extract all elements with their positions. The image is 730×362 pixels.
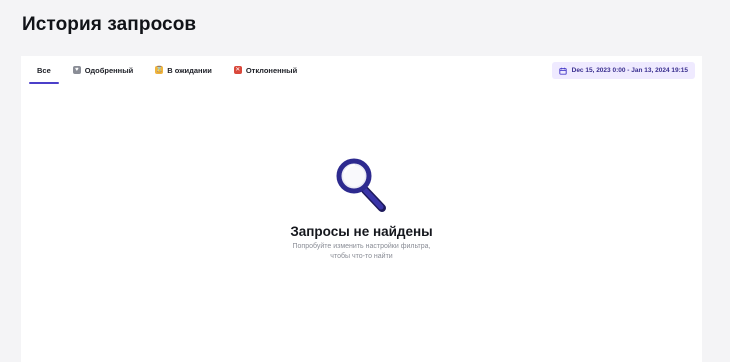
page-title: История запросов (22, 14, 197, 35)
tab-pending-label: В ожидании (167, 65, 212, 75)
tab-rejected-label: Отклоненный (245, 65, 298, 75)
pending-icon: ⌛ (155, 66, 164, 74)
calendar-icon (558, 67, 567, 75)
tab-pending[interactable]: ⌛ В ожидании (147, 56, 220, 84)
empty-title: Запросы не найдены (290, 224, 433, 239)
empty-state: Запросы не найдены Попробуйте изменить н… (21, 156, 702, 262)
requests-panel: Все ♥ Одобренный ⌛ В ожидании ✕ Отклонен… (21, 56, 702, 362)
tab-approved-label: Одобренный (84, 65, 134, 75)
filter-tabs: Все ♥ Одобренный ⌛ В ожидании ✕ Отклонен… (29, 56, 311, 84)
date-range-button[interactable]: Dec 15, 2023 0:00 - Jan 13, 2024 19:15 (551, 62, 695, 79)
tab-all[interactable]: Все (29, 56, 59, 84)
empty-hint-line-1: Попробуйте изменить настройки фильтра, (292, 243, 431, 250)
tab-rejected[interactable]: ✕ Отклоненный (226, 56, 305, 84)
magnifier-icon (336, 158, 386, 212)
date-range-label: Dec 15, 2023 0:00 - Jan 13, 2024 19:15 (571, 67, 688, 74)
tab-approved[interactable]: ♥ Одобренный (65, 56, 141, 84)
approved-icon: ♥ (72, 66, 81, 74)
empty-hint-line-2: чтобы что-то найти (330, 253, 393, 260)
tab-all-label: Все (37, 65, 51, 75)
empty-hint: Попробуйте изменить настройки фильтра, ч… (282, 242, 442, 262)
rejected-icon: ✕ (233, 66, 242, 74)
